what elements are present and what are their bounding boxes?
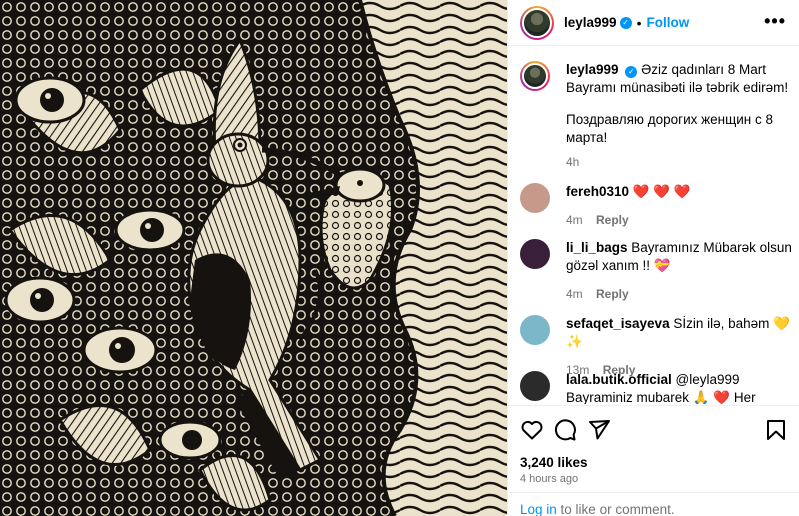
post-side-panel: leyla999 ✓ • Follow ••• leyla999 ✓ Əziz … (507, 0, 799, 516)
comment-item: li_li_bags Bayramınız Mübarək olsun gözə… (520, 239, 792, 303)
reply-button[interactable]: Reply (596, 287, 629, 301)
login-text: to like or comment. (556, 502, 675, 516)
author-avatar[interactable] (520, 5, 554, 40)
caption-time: 4h (566, 155, 580, 169)
author-username[interactable]: leyla999 (564, 15, 617, 30)
caption: leyla999 ✓ Əziz qadınları 8 Mart Bayramı… (520, 61, 792, 171)
artwork-drawing (0, 0, 507, 516)
reply-button[interactable]: Reply (596, 213, 629, 227)
caption-username[interactable]: leyla999 (566, 62, 619, 77)
commenter-avatar[interactable] (520, 239, 550, 269)
follow-button[interactable]: Follow (646, 15, 689, 30)
caption-avatar[interactable] (520, 61, 550, 91)
comment-time: 4m (566, 287, 583, 301)
comment-time: 4m (566, 213, 583, 227)
comment-item: lala.butik.official @leyla999 Bayraminiz… (520, 371, 792, 404)
heart-icon[interactable] (520, 418, 544, 442)
post-actions (508, 405, 799, 451)
post-time: 4 hours ago (520, 473, 579, 485)
comment-item: fereh0310 ❤️ ❤️ ❤️ 4m Reply (520, 183, 792, 229)
post-image[interactable] (0, 0, 507, 516)
verified-badge-icon: ✓ (619, 16, 632, 29)
likes-count[interactable]: 3,240 likes (520, 455, 588, 470)
comment-username[interactable]: sefaqet_isayeva (566, 316, 670, 331)
comment-username[interactable]: lala.butik.official (566, 372, 672, 387)
comment-icon[interactable] (553, 418, 577, 442)
comment-item: sefaqet_isayeva Sİzin ilə, bahəm 💛 ✨ 13m… (520, 315, 792, 379)
separator-dot: • (636, 14, 642, 31)
more-icon[interactable]: ••• (764, 12, 786, 30)
login-link[interactable]: Log in (520, 502, 557, 516)
post-header: leyla999 ✓ • Follow ••• (508, 0, 799, 46)
caption-text-ru: Поздравляю дорогих женщин с 8 марта! (566, 112, 773, 145)
commenter-avatar[interactable] (520, 183, 550, 213)
comment-text: ❤️ ❤️ ❤️ (632, 184, 691, 199)
instagram-post: leyla999 ✓ • Follow ••• leyla999 ✓ Əziz … (0, 0, 799, 516)
comment-username[interactable]: fereh0310 (566, 184, 629, 199)
share-icon[interactable] (587, 418, 611, 442)
commenter-avatar[interactable] (520, 371, 550, 401)
login-prompt: Log in to like or comment. (508, 492, 799, 516)
comments-area[interactable]: leyla999 ✓ Əziz qadınları 8 Mart Bayramı… (508, 47, 799, 404)
bookmark-icon[interactable] (764, 418, 788, 442)
verified-badge-icon: ✓ (625, 66, 638, 78)
commenter-avatar[interactable] (520, 315, 550, 345)
comment-username[interactable]: li_li_bags (566, 240, 628, 255)
